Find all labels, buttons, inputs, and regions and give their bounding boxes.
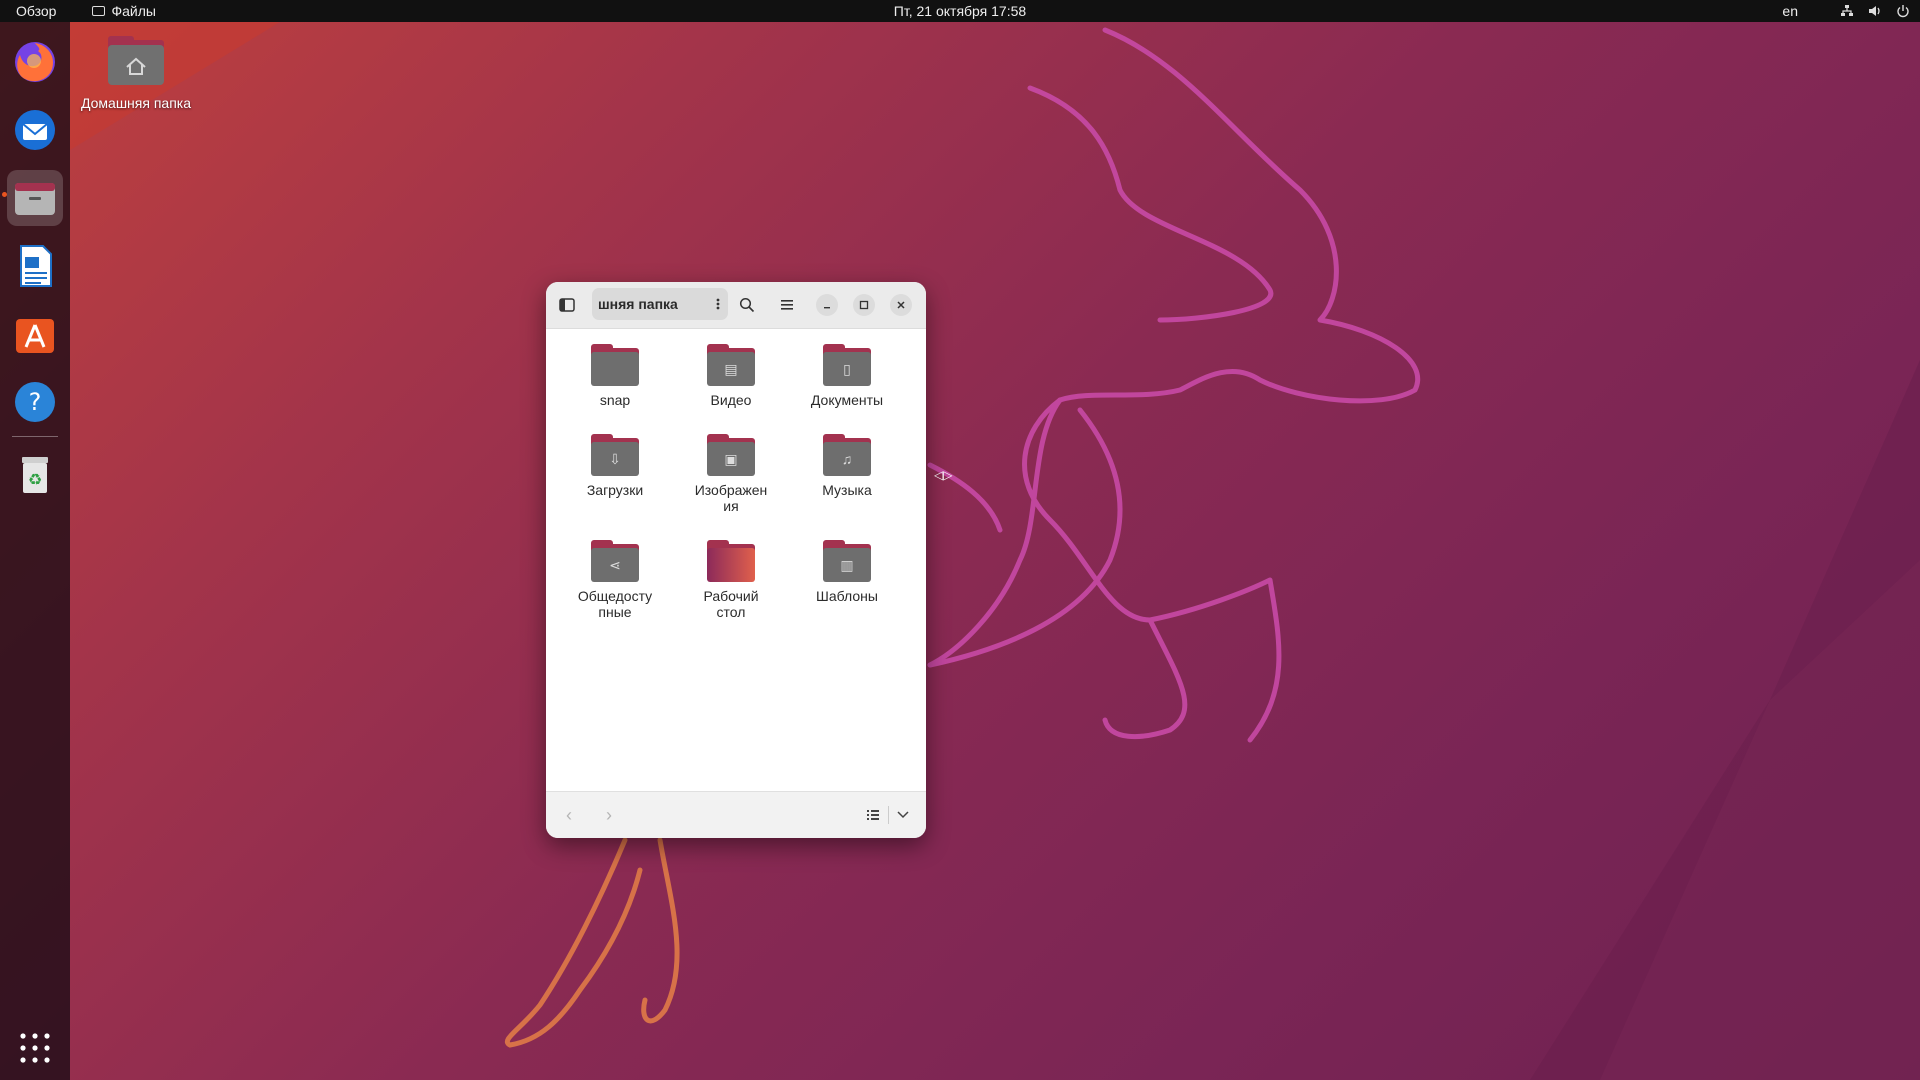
- file-item-label-line-1: Общедосту: [577, 588, 653, 604]
- file-item-label: Видео: [710, 392, 752, 408]
- svg-text:♻: ♻: [28, 470, 42, 489]
- sidebar-toggle-button[interactable]: [554, 292, 580, 318]
- resize-cursor: ◁▷: [934, 468, 953, 482]
- files-icon: [15, 183, 55, 215]
- templates-folder-icon: ▥: [823, 540, 871, 582]
- maximize-button[interactable]: [853, 294, 875, 316]
- home-folder-icon: [108, 36, 164, 85]
- dock-item-help[interactable]: ?: [7, 374, 63, 430]
- maximize-icon: [859, 300, 869, 310]
- firefox-icon: [15, 42, 55, 82]
- music-folder-icon: ♫: [823, 434, 871, 476]
- network-icon[interactable]: [1840, 4, 1854, 18]
- folder-icon: [591, 344, 639, 386]
- folder-icon: [92, 6, 106, 16]
- view-mode-button[interactable]: [862, 804, 884, 826]
- writer-icon: [20, 245, 52, 287]
- hamburger-icon: [781, 300, 793, 310]
- app-menu[interactable]: Файлы: [92, 3, 156, 19]
- app-grid-icon: [20, 1033, 50, 1063]
- file-item-templates[interactable]: ▥ Шаблоны: [792, 540, 902, 604]
- files-window: шняя папка snap ▤ Видео ▯ Документы ⇩ За…: [546, 282, 926, 838]
- search-button[interactable]: [734, 292, 760, 318]
- file-item-label-line-2: ия: [723, 498, 739, 514]
- minimize-button[interactable]: [816, 294, 838, 316]
- top-bar: Обзор Файлы Пт, 21 октября 17:58 en: [0, 0, 1920, 22]
- dock-item-files[interactable]: [7, 170, 63, 226]
- sidebar-icon: [559, 298, 575, 312]
- pictures-folder-icon: ▣: [707, 434, 755, 476]
- footer-divider: [888, 806, 889, 824]
- keyboard-layout-indicator[interactable]: en: [1782, 3, 1798, 19]
- dock-item-software[interactable]: [7, 306, 63, 362]
- video-folder-icon: ▤: [707, 344, 755, 386]
- software-icon: [16, 319, 54, 353]
- file-item-videos[interactable]: ▤ Видео: [676, 344, 786, 408]
- dock-item-thunderbird[interactable]: [7, 102, 63, 158]
- close-icon: [897, 301, 905, 309]
- desktop-home-folder[interactable]: Домашняя папка: [72, 30, 200, 111]
- downloads-folder-icon: ⇩: [591, 434, 639, 476]
- file-item-public[interactable]: ⋖ Общедосту пные: [560, 540, 670, 620]
- forward-button[interactable]: ›: [598, 804, 620, 826]
- file-item-pictures[interactable]: ▣ Изображен ия: [676, 434, 786, 514]
- close-button[interactable]: [890, 294, 912, 316]
- file-item-snap[interactable]: snap: [560, 344, 670, 408]
- file-item-label-line-1: Изображен: [694, 482, 768, 498]
- file-item-desktop[interactable]: Рабочий стол: [676, 540, 786, 620]
- file-item-documents[interactable]: ▯ Документы: [792, 344, 902, 408]
- app-menu-label: Файлы: [111, 3, 156, 19]
- window-header: шняя папка: [546, 282, 926, 329]
- main-menu-button[interactable]: [774, 292, 800, 318]
- file-item-label: Загрузки: [586, 482, 644, 498]
- thunderbird-icon: [15, 110, 55, 150]
- clock[interactable]: Пт, 21 октября 17:58: [894, 3, 1026, 19]
- chevron-right-icon: ›: [606, 805, 612, 825]
- help-icon: ?: [15, 382, 55, 422]
- search-icon: [739, 297, 755, 313]
- file-item-label: Музыка: [822, 482, 872, 498]
- file-item-downloads[interactable]: ⇩ Загрузки: [560, 434, 670, 498]
- dock-item-writer[interactable]: [7, 238, 63, 294]
- window-footer: ‹ ›: [546, 791, 926, 838]
- svg-text:?: ?: [29, 388, 42, 416]
- path-bar[interactable]: шняя папка: [592, 288, 728, 320]
- documents-folder-icon: ▯: [823, 344, 871, 386]
- volume-icon[interactable]: [1868, 4, 1882, 18]
- desktop-home-label: Домашняя папка: [80, 95, 192, 111]
- file-item-music[interactable]: ♫ Музыка: [792, 434, 902, 498]
- public-folder-icon: ⋖: [591, 540, 639, 582]
- chevron-down-icon: [897, 811, 909, 819]
- chevron-left-icon: ‹: [566, 805, 572, 825]
- dock-item-firefox[interactable]: [7, 34, 63, 90]
- file-item-label: Документы: [810, 392, 884, 408]
- path-bar-label: шняя папка: [598, 296, 678, 312]
- show-apps-button[interactable]: [19, 1032, 51, 1064]
- file-item-label: snap: [599, 392, 631, 408]
- kebab-menu-icon[interactable]: [716, 295, 720, 313]
- back-button[interactable]: ‹: [558, 804, 580, 826]
- list-view-icon: [867, 810, 879, 820]
- dock-item-trash[interactable]: ♻: [7, 446, 63, 502]
- wallpaper: [70, 22, 1920, 1080]
- trash-icon: ♻: [22, 457, 48, 493]
- file-item-label: Шаблоны: [816, 588, 878, 604]
- file-item-label-line-2: пные: [598, 604, 632, 620]
- dock-separator: [12, 436, 58, 437]
- dock: ? ♻: [0, 22, 70, 1080]
- activities-button[interactable]: Обзор: [16, 3, 56, 19]
- file-item-label-line-1: Рабочий: [703, 588, 759, 604]
- desktop-folder-icon: [707, 540, 755, 582]
- view-options-button[interactable]: [892, 804, 914, 826]
- file-item-label-line-2: стол: [716, 604, 746, 620]
- power-icon[interactable]: [1896, 4, 1910, 18]
- minimize-icon: [824, 307, 830, 309]
